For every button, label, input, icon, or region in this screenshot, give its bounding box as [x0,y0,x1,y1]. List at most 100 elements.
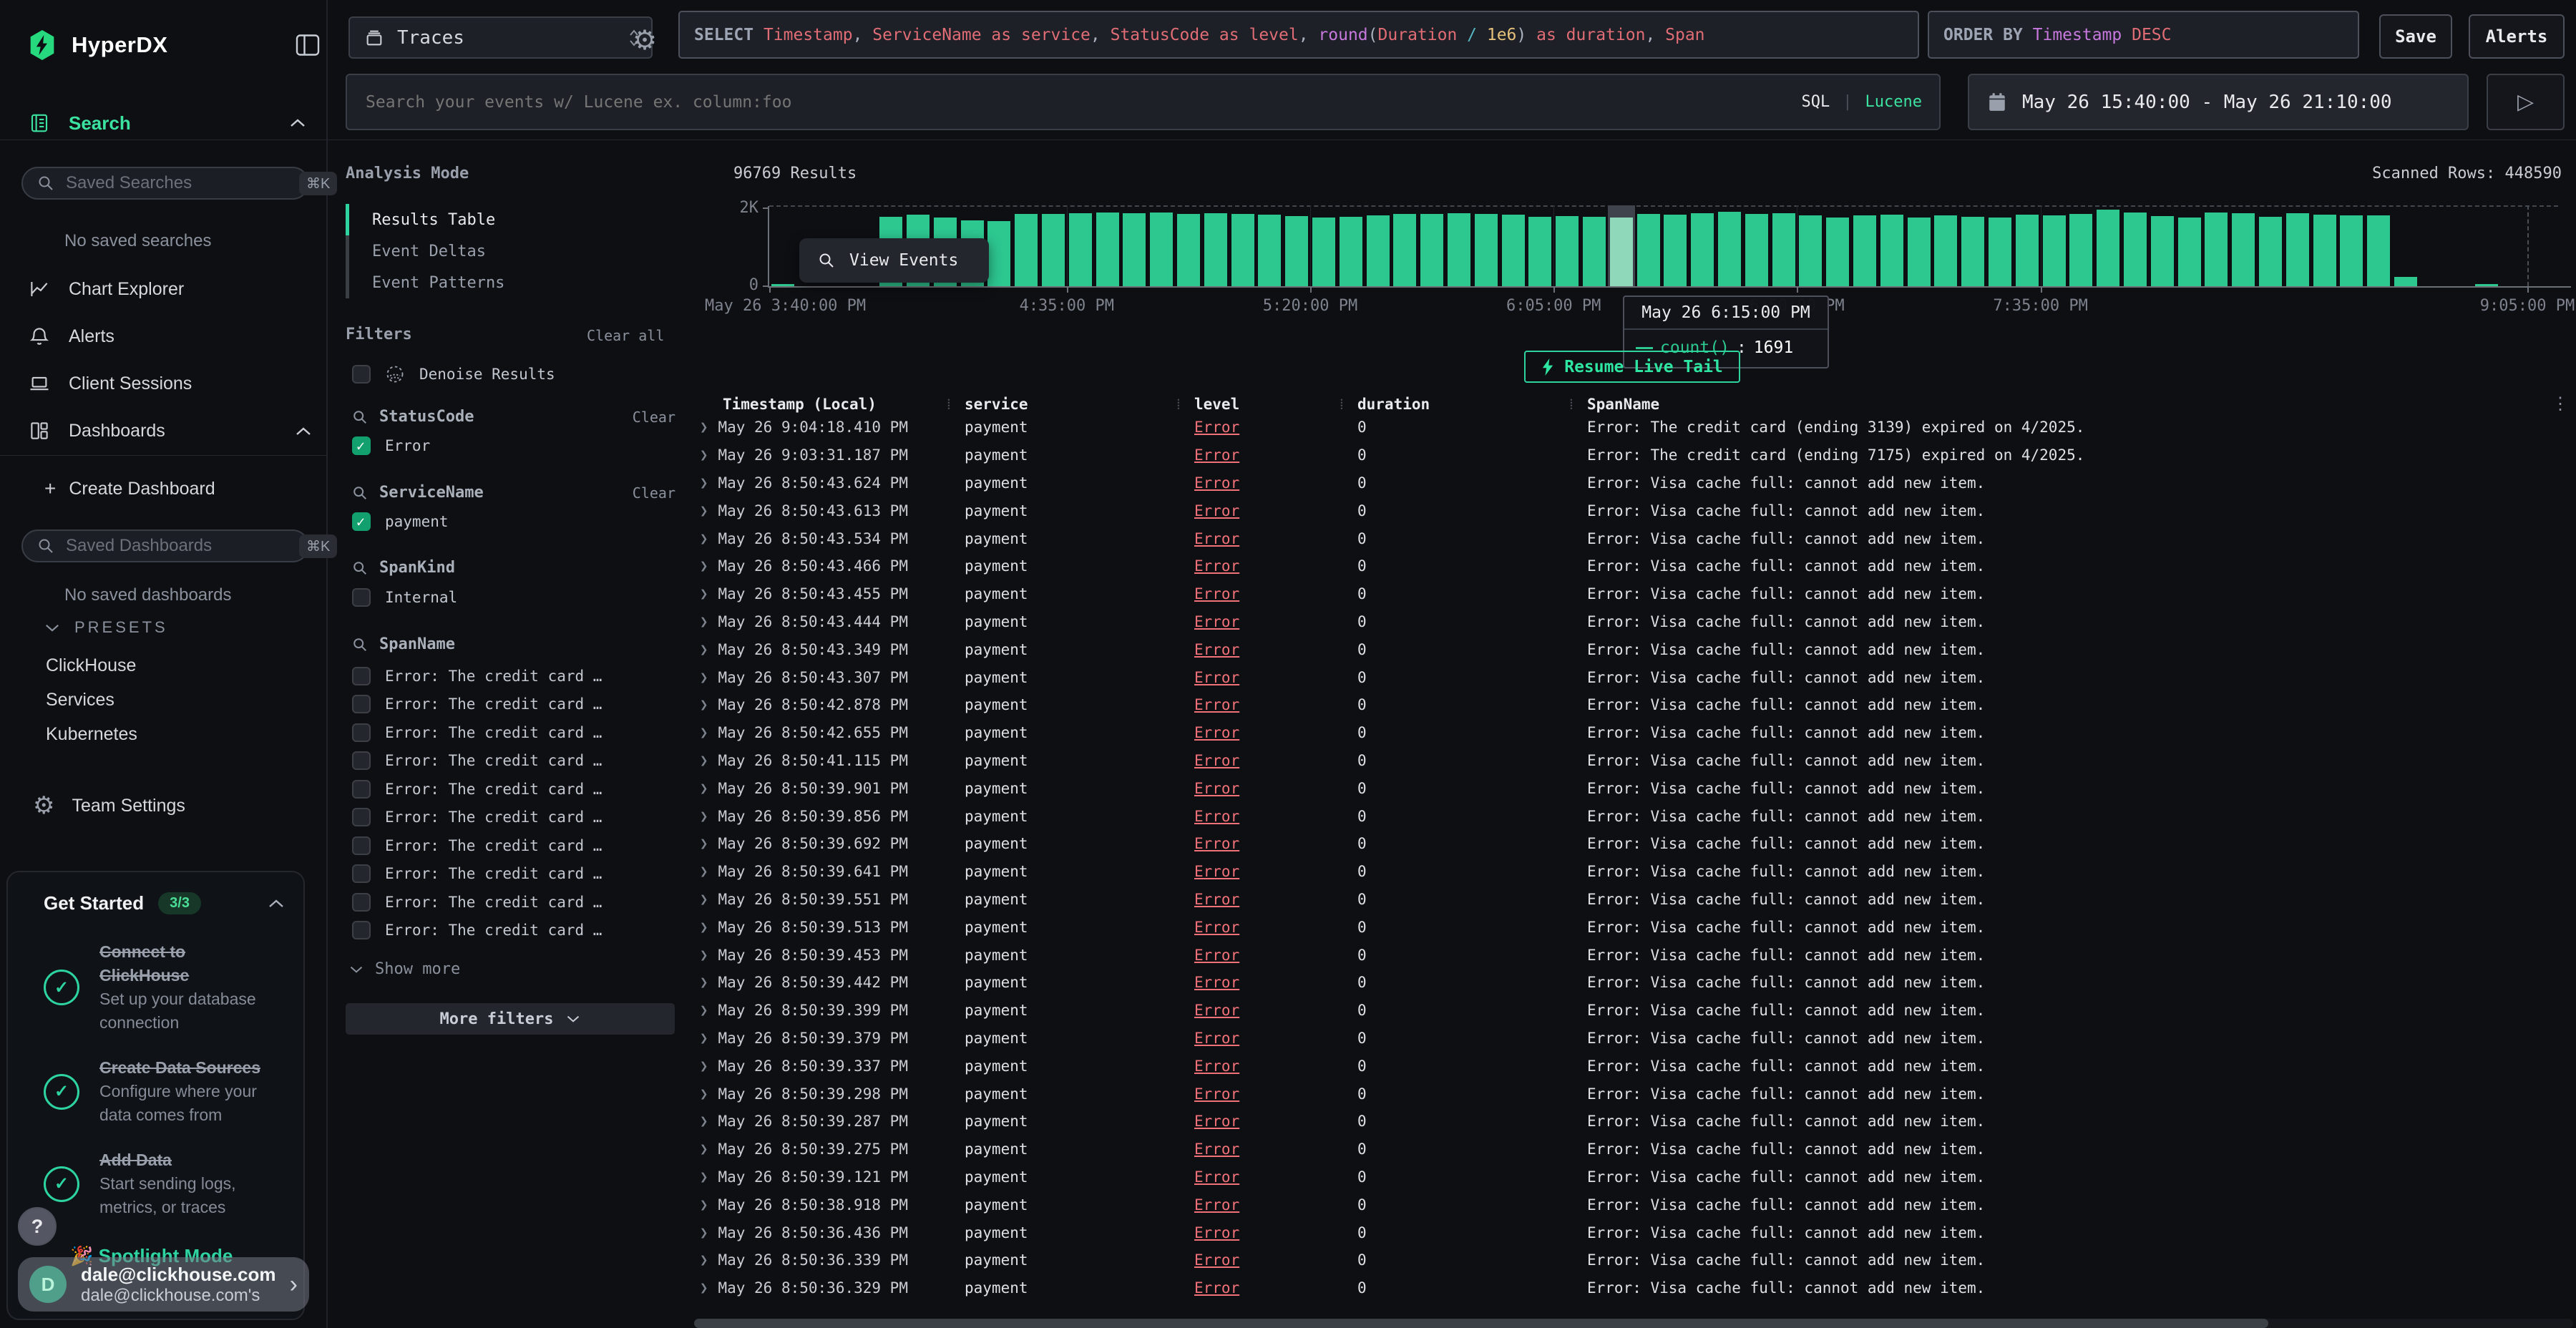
sidebar-item-client-sessions[interactable]: Client Sessions [29,360,315,407]
histogram-bar[interactable] [2178,218,2201,286]
create-dashboard-button[interactable]: + Create Dashboard [44,474,215,504]
filter-option-spanname[interactable]: Error: The credit card … [352,831,675,860]
table-row[interactable]: ❯May 26 8:50:39.298 PMpaymentError0Error… [694,1080,2570,1108]
table-row[interactable]: ❯May 26 8:50:43.455 PMpaymentError0Error… [694,580,2570,608]
filter-option-spanname[interactable]: Error: The credit card … [352,917,675,945]
histogram-bar[interactable] [1853,215,1876,286]
filter-option-spanname[interactable]: Error: The credit card … [352,860,675,889]
view-events-popup[interactable]: View Events [799,238,989,283]
table-row[interactable]: ❯May 26 9:03:31.187 PMpaymentError0Error… [694,441,2570,469]
row-expand-chevron-icon[interactable]: ❯ [700,586,708,602]
spanname-checkbox[interactable] [352,780,371,799]
histogram-bar[interactable] [1934,215,1957,286]
histogram-bar[interactable] [1150,213,1173,286]
row-expand-chevron-icon[interactable]: ❯ [700,1252,708,1268]
histogram-bar[interactable] [1069,213,1092,286]
saved-searches-input[interactable] [64,172,289,194]
spanname-checkbox[interactable] [352,808,371,826]
row-expand-chevron-icon[interactable]: ❯ [700,919,708,935]
histogram-bar[interactable] [1664,215,1687,286]
saved-dashboards-search[interactable]: ⌘K [21,529,309,562]
histogram-bar[interactable] [1015,214,1038,286]
row-expand-chevron-icon[interactable]: ❯ [700,975,708,990]
row-expand-chevron-icon[interactable]: ❯ [700,614,708,630]
histogram-bar[interactable] [1772,213,1795,286]
table-row[interactable]: ❯May 26 8:50:43.624 PMpaymentError0Error… [694,469,2570,497]
table-row[interactable]: ❯May 26 8:50:39.121 PMpaymentError0Error… [694,1163,2570,1191]
sql-query-editor[interactable]: SELECT Timestamp, ServiceName as service… [678,11,1919,59]
histogram-bar[interactable] [1880,215,1903,286]
histogram-bar[interactable] [1826,218,1849,286]
table-row[interactable]: ❯May 26 8:50:43.349 PMpaymentError0Error… [694,635,2570,663]
row-expand-chevron-icon[interactable]: ❯ [700,1169,708,1185]
filter-group-statuscode[interactable]: StatusCode [379,408,474,426]
row-expand-chevron-icon[interactable]: ❯ [700,864,708,879]
more-filters-button[interactable]: More filters [346,1003,675,1035]
row-expand-chevron-icon[interactable]: ❯ [700,1030,708,1046]
filter-group-spanname[interactable]: SpanName [379,635,455,653]
table-row[interactable]: ❯May 26 8:50:39.442 PMpaymentError0Error… [694,969,2570,997]
histogram-bar[interactable] [1123,213,1146,286]
row-expand-chevron-icon[interactable]: ❯ [700,697,708,713]
row-expand-chevron-icon[interactable]: ❯ [700,475,708,491]
filters-clear-all[interactable]: Clear all [587,327,664,344]
table-row[interactable]: ❯May 26 8:50:43.307 PMpaymentError0Error… [694,663,2570,691]
table-row[interactable]: ❯May 26 8:50:39.551 PMpaymentError0Error… [694,886,2570,914]
row-expand-chevron-icon[interactable]: ❯ [700,1058,708,1074]
histogram-bar[interactable] [2069,214,2092,286]
row-expand-chevron-icon[interactable]: ❯ [700,725,708,741]
table-row[interactable]: ❯May 26 8:50:38.918 PMpaymentError0Error… [694,1191,2570,1219]
denoise-checkbox[interactable] [352,365,371,384]
table-row[interactable]: ❯May 26 8:50:43.444 PMpaymentError0Error… [694,608,2570,636]
histogram-bar[interactable] [1367,215,1390,286]
row-expand-chevron-icon[interactable]: ❯ [700,531,708,547]
histogram-bar[interactable] [1637,214,1660,286]
histogram-bar[interactable] [1231,214,1254,286]
get-started-item[interactable]: ✓Create Data SourcesConfigure where your… [44,1056,285,1127]
table-row[interactable]: ❯May 26 8:50:39.337 PMpaymentError0Error… [694,1052,2570,1080]
table-row[interactable]: ❯May 26 8:50:39.275 PMpaymentError0Error… [694,1136,2570,1163]
scrollbar-thumb[interactable] [694,1319,2268,1328]
row-expand-chevron-icon[interactable]: ❯ [700,892,708,907]
column-header-timestamp[interactable]: Timestamp (Local) [694,396,947,413]
spanname-checkbox[interactable] [352,667,371,685]
histogram-bar[interactable] [2313,215,2336,286]
get-started-item[interactable]: ✓Connect to ClickHouseSet up your databa… [44,940,285,1035]
row-expand-chevron-icon[interactable]: ❯ [700,642,708,658]
histogram-bar[interactable] [2286,213,2309,286]
sidebar-item-search[interactable]: Search [29,106,306,140]
filter-option-error[interactable]: Error [352,436,430,455]
table-row[interactable]: ❯May 26 8:50:41.115 PMpaymentError0Error… [694,747,2570,775]
alerts-button[interactable]: Alerts [2469,14,2565,59]
statuscode-clear[interactable]: Clear [633,409,675,426]
denoise-results-option[interactable]: Denoise Results [352,364,555,384]
histogram-bar[interactable] [2124,213,2147,286]
table-row[interactable]: ❯May 26 8:50:39.379 PMpaymentError0Error… [694,1025,2570,1053]
source-settings-gear-icon[interactable]: ⚙ [633,24,657,57]
show-more-button[interactable]: Show more [349,960,460,978]
spanname-checkbox[interactable] [352,695,371,713]
filter-option-spanname[interactable]: Error: The credit card … [352,888,675,917]
table-row[interactable]: ❯May 26 8:50:39.399 PMpaymentError0Error… [694,997,2570,1025]
histogram-bar[interactable] [1908,218,1931,286]
preset-kubernetes[interactable]: Kubernetes [46,717,303,751]
histogram-bar[interactable] [2232,213,2255,286]
histogram-bar[interactable] [1285,216,1308,286]
spanname-checkbox[interactable] [352,751,371,770]
analysis-mode-event-deltas[interactable]: Event Deltas [346,235,675,267]
presets-toggle[interactable]: PRESETS [44,618,168,637]
histogram-bar[interactable] [1583,217,1606,286]
histogram-bar[interactable] [1420,214,1443,286]
filter-group-servicename[interactable]: ServiceName [379,484,484,502]
histogram-bar[interactable] [987,221,1010,286]
histogram-bar[interactable] [1475,214,1498,286]
filter-option-spanname[interactable]: Error: The credit card … [352,775,675,804]
table-row[interactable]: ❯May 26 8:50:39.287 PMpaymentError0Error… [694,1108,2570,1136]
histogram-bar[interactable] [1718,212,1741,286]
histogram-bar[interactable] [2043,215,2066,286]
histogram-bar[interactable] [1961,217,1984,286]
filter-option-internal[interactable]: Internal [352,588,457,607]
histogram-bar[interactable] [1448,213,1470,286]
results-table-header[interactable]: Timestamp (Local) service level duration… [694,392,2555,416]
column-header-service[interactable]: service [947,396,1176,413]
